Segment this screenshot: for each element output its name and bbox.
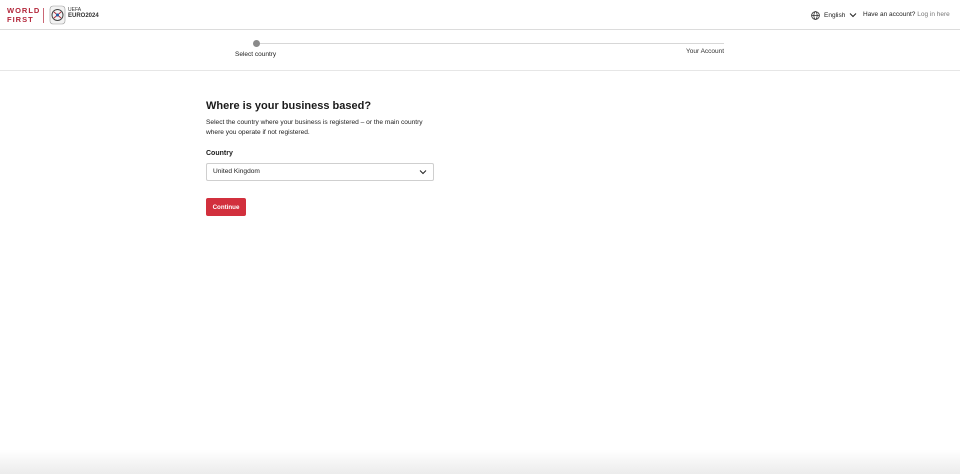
login-link[interactable]: Log in here (917, 11, 950, 18)
account-prompt: Have an account? Log in here (863, 11, 950, 18)
page-description: Select the country where your business i… (206, 119, 423, 136)
country-field-label: Country (206, 150, 233, 157)
chevron-down-icon (419, 170, 427, 175)
bottom-fade (0, 450, 960, 474)
worldfirst-logo[interactable]: WORLD FIRST UEFA EURO2024 (7, 5, 107, 26)
logo-divider (43, 8, 44, 23)
continue-button[interactable]: Continue (206, 198, 246, 216)
chevron-down-icon (849, 13, 857, 18)
euro2024-emblem-icon (49, 5, 66, 25)
step-label-your-account: Your Account (686, 48, 725, 55)
stepper-track (256, 43, 724, 44)
language-selector[interactable]: English (811, 10, 857, 20)
globe-icon (811, 10, 820, 20)
progress-stepper: Select country Your Account (0, 30, 960, 71)
page-title: Where is your business based? (206, 100, 372, 112)
top-header: WORLD FIRST UEFA EURO2024 English Have a… (0, 0, 960, 30)
step-indicator-current (253, 40, 260, 47)
step-label-select-country: Select country (235, 51, 277, 58)
logo-wordmark: WORLD FIRST (7, 6, 41, 24)
partner-badge-text: UEFA EURO2024 (68, 7, 99, 19)
account-prompt-text: Have an account? (863, 11, 916, 18)
country-select-value: United Kingdom (213, 168, 260, 175)
country-select[interactable]: United Kingdom (206, 163, 434, 181)
language-label: English (824, 11, 846, 19)
